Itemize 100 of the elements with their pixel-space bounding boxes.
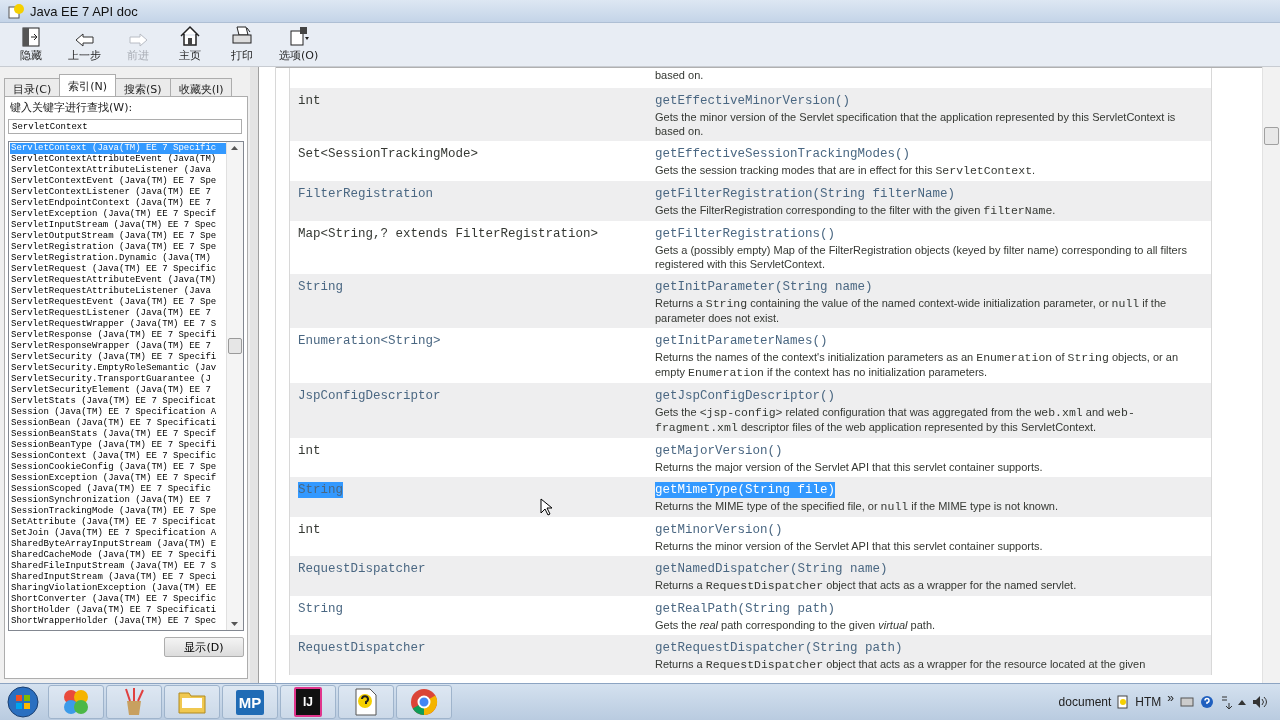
list-item[interactable]: ShortConverter (Java(TM) EE 7 Specific: [10, 594, 226, 605]
method-description: Returns the minor version of the Servlet API that this servlet container supports.: [655, 539, 1044, 553]
toolbar-button[interactable]: 上一步: [66, 25, 103, 63]
method-link[interactable]: getEffectiveSessionTrackingModes(): [655, 146, 911, 162]
scroll-down-icon[interactable]: [231, 622, 238, 626]
speaker-icon[interactable]: [1252, 695, 1268, 709]
list-item[interactable]: ServletContextAttributeEvent (Java(TM): [10, 154, 226, 165]
list-item[interactable]: ServletRegistration.Dynamic (Java(TM): [10, 253, 226, 264]
list-item[interactable]: ServletResponseWrapper (Java(TM) EE 7: [10, 341, 226, 352]
list-item[interactable]: ServletSecurity (Java(TM) EE 7 Specifi: [10, 352, 226, 363]
list-item[interactable]: ServletResponse (Java(TM) EE 7 Specifi: [10, 330, 226, 341]
method-link[interactable]: getFilterRegistration(String filterName): [655, 186, 956, 202]
list-item[interactable]: ServletRequestAttributeListener (Java: [10, 286, 226, 297]
list-item[interactable]: ServletSecurityElement (Java(TM) EE 7: [10, 385, 226, 396]
list-item[interactable]: ServletOutputStream (Java(TM) EE 7 Spe: [10, 231, 226, 242]
method-link[interactable]: getInitParameterNames(): [655, 333, 828, 349]
return-type[interactable]: String: [298, 279, 343, 295]
return-type[interactable]: RequestDispatcher: [298, 561, 426, 577]
app-tile-icon[interactable]: MP: [235, 689, 265, 715]
return-type[interactable]: Enumeration<String>: [298, 333, 441, 349]
method-description: Returns a RequestDispatcher object that acts as a wrapper for the named servlet.: [655, 578, 1078, 593]
list-item[interactable]: SessionBeanType (Java(TM) EE 7 Specifi: [10, 440, 226, 451]
more-chevron[interactable]: »: [1167, 691, 1174, 705]
list-item[interactable]: ShortWrapperHolder (Java(TM) EE 7 Spec: [10, 616, 226, 627]
help-icon[interactable]: [1200, 695, 1214, 709]
circles-icon[interactable]: [61, 687, 91, 717]
method-description: Returns the names of the context's initialization parameters as an Enumeration of String objects, or an empty Enumeration if the context has no initialization parameters.: [655, 350, 1179, 380]
method-description: based on.: [655, 68, 705, 82]
keyboard-icon[interactable]: [1180, 697, 1194, 707]
display-button[interactable]: 显示(D): [164, 637, 244, 657]
method-link[interactable]: getJspConfigDescriptor(): [655, 388, 836, 404]
list-item[interactable]: SessionBean (Java(TM) EE 7 Specificati: [10, 418, 226, 429]
list-item[interactable]: ServletException (Java(TM) EE 7 Specif: [10, 209, 226, 220]
list-item[interactable]: ServletEndpointContext (Java(TM) EE 7: [10, 198, 226, 209]
method-link[interactable]: getEffectiveMinorVersion(): [655, 93, 851, 109]
list-item[interactable]: SharedByteArrayInputStream (Java(TM) E: [10, 539, 226, 550]
toolbar-button[interactable]: 选项(O): [277, 25, 321, 63]
list-item[interactable]: ServletRegistration (Java(TM) EE 7 Spe: [10, 242, 226, 253]
toolbar-button[interactable]: 主页: [173, 25, 207, 63]
printer-icon: [231, 25, 253, 47]
return-type[interactable]: String: [298, 601, 343, 617]
return-type: Map<String,? extends FilterRegistration>: [298, 226, 599, 242]
list-item[interactable]: SharingViolationException (Java(TM) EE: [10, 583, 226, 594]
tab[interactable]: 搜索(S): [115, 78, 171, 96]
list-item[interactable]: ServletContextListener (Java(TM) EE 7: [10, 187, 226, 198]
method-link[interactable]: getMajorVersion(): [655, 443, 783, 459]
list-item[interactable]: Session (Java(TM) EE 7 Specification A: [10, 407, 226, 418]
list-item[interactable]: ServletContextEvent (Java(TM) EE 7 Spe: [10, 176, 226, 187]
method-link[interactable]: getRequestDispatcher(String path): [655, 640, 903, 656]
list-item[interactable]: SharedCacheMode (Java(TM) EE 7 Specifi: [10, 550, 226, 561]
scrollbar-thumb[interactable]: [228, 338, 242, 354]
tab[interactable]: 索引(N): [59, 74, 117, 96]
return-type[interactable]: FilterRegistration: [298, 186, 434, 202]
list-item[interactable]: SessionException (Java(TM) EE 7 Specif: [10, 473, 226, 484]
scrollbar-thumb[interactable]: [1264, 127, 1279, 145]
list-item[interactable]: ServletSecurity.EmptyRoleSemantic (Jav: [10, 363, 226, 374]
list-item[interactable]: ServletInputStream (Java(TM) EE 7 Spec: [10, 220, 226, 231]
search-field[interactable]: ServletContext: [8, 119, 242, 134]
list-item[interactable]: ServletStats (Java(TM) EE 7 Specificat: [10, 396, 226, 407]
return-type: int: [298, 443, 321, 459]
method-link[interactable]: getMinorVersion(): [655, 522, 783, 538]
list-item[interactable]: SessionBeanStats (Java(TM) EE 7 Specif: [10, 429, 226, 440]
list-item[interactable]: SetJoin (Java(TM) EE 7 Specification A: [10, 528, 226, 539]
list-item[interactable]: SessionScoped (Java(TM) EE 7 Specific: [10, 484, 226, 495]
list-item[interactable]: ServletSecurity.TransportGuarantee (J: [10, 374, 226, 385]
method-link[interactable]: getNamedDispatcher(String name): [655, 561, 888, 577]
list-item[interactable]: SharedInputStream (Java(TM) EE 7 Speci: [10, 572, 226, 583]
method-description: Gets the <jsp-config> related configuration that was aggregated from the web.xml and web-fragment.xml descriptor files of the web application represented by this ServletContext.: [655, 405, 1136, 435]
list-item[interactable]: SessionSynchronization (Java(TM) EE 7: [10, 495, 226, 506]
list-item[interactable]: ServletRequestWrapper (Java(TM) EE 7 S: [10, 319, 226, 330]
return-type[interactable]: RequestDispatcher: [298, 640, 426, 656]
list-item[interactable]: SessionCookieConfig (Java(TM) EE 7 Spe: [10, 462, 226, 473]
search-prompt: 键入关键字进行查找(W):: [10, 100, 134, 115]
list-item[interactable]: ServletRequestEvent (Java(TM) EE 7 Spe: [10, 297, 226, 308]
toolbar-button[interactable]: 隐藏: [14, 25, 48, 63]
list-item[interactable]: SessionContext (Java(TM) EE 7 Specific: [10, 451, 226, 462]
start-orb-icon[interactable]: [7, 686, 39, 718]
panel-icon: [20, 27, 42, 47]
toolbar-button[interactable]: 打印: [225, 25, 259, 63]
list-item[interactable]: ServletContextAttributeListener (Java: [10, 165, 226, 176]
scroll-up-icon[interactable]: [231, 146, 238, 150]
tab[interactable]: 目录(C): [4, 78, 61, 96]
right-arrow-icon: [128, 33, 148, 47]
list-item[interactable]: ShortHolder (Java(TM) EE 7 Specificati: [10, 605, 226, 616]
list-item[interactable]: SetAttribute (Java(TM) EE 7 Specificat: [10, 517, 226, 528]
browser-icon[interactable]: [410, 688, 438, 716]
return-type[interactable]: JspConfigDescriptor: [298, 388, 441, 404]
method-link[interactable]: getInitParameter(String name): [655, 279, 873, 295]
tab[interactable]: 收藏夹(I): [169, 78, 233, 96]
method-description: Gets the FilterRegistration corresponding to the filter with the given filterName.: [655, 203, 1057, 218]
method-link[interactable]: getFilterRegistrations(): [655, 226, 836, 242]
list-item[interactable]: ServletRequest (Java(TM) EE 7 Specific: [10, 264, 226, 275]
up-caret-icon[interactable]: [1238, 699, 1246, 705]
list-item[interactable]: ServletRequestListener (Java(TM) EE 7: [10, 308, 226, 319]
app-tile-icon[interactable]: IJ: [294, 687, 322, 717]
return-type: Set<SessionTrackingMode>: [298, 146, 479, 162]
list-item[interactable]: SharedFileInputStream (Java(TM) EE 7 S: [10, 561, 226, 572]
list-item[interactable]: ServletRequestAttributeEvent (Java(TM): [10, 275, 226, 286]
list-item[interactable]: SessionTrackingMode (Java(TM) EE 7 Spe: [10, 506, 226, 517]
method-link[interactable]: getRealPath(String path): [655, 601, 836, 617]
